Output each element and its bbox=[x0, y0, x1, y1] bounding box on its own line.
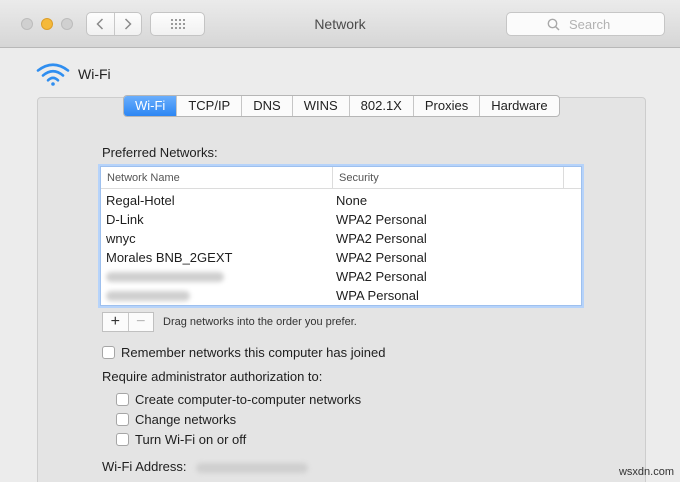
checkbox-box[interactable] bbox=[102, 346, 115, 359]
checkbox-box[interactable] bbox=[116, 393, 129, 406]
network-security: WPA2 Personal bbox=[336, 212, 427, 227]
title-bar: Network Search bbox=[0, 0, 680, 48]
network-name-redacted bbox=[101, 267, 333, 286]
preferred-networks-label: Preferred Networks: bbox=[102, 145, 218, 160]
network-name-redacted bbox=[101, 286, 333, 305]
table-row[interactable]: Regal-Hotel None bbox=[101, 191, 581, 210]
search-icon bbox=[547, 18, 560, 31]
tab-hardware[interactable]: Hardware bbox=[479, 96, 558, 116]
table-header: Network Name Security bbox=[101, 167, 581, 189]
wifi-address-redacted bbox=[196, 462, 309, 473]
computer-to-computer-checkbox[interactable]: Create computer-to-computer networks bbox=[116, 392, 361, 407]
add-remove-control: + − bbox=[102, 312, 154, 332]
network-security: WPA2 Personal bbox=[336, 231, 427, 246]
remember-networks-checkbox[interactable]: Remember networks this computer has join… bbox=[102, 345, 385, 360]
table-row[interactable]: WPA Personal bbox=[101, 286, 581, 305]
column-security[interactable]: Security bbox=[333, 167, 564, 188]
column-network-name[interactable]: Network Name bbox=[101, 167, 333, 188]
checkbox-box[interactable] bbox=[116, 413, 129, 426]
network-security: WPA Personal bbox=[336, 288, 419, 303]
search-input[interactable]: Search bbox=[506, 12, 665, 36]
network-security: WPA2 Personal bbox=[336, 250, 427, 265]
tab-bar: Wi-Fi TCP/IP DNS WINS 802.1X Proxies Har… bbox=[123, 95, 560, 117]
wifi-address-label: Wi-Fi Address: bbox=[102, 459, 187, 474]
tab-wins[interactable]: WINS bbox=[291, 96, 349, 116]
remove-network-button[interactable]: − bbox=[127, 313, 154, 331]
add-network-button[interactable]: + bbox=[103, 313, 128, 331]
network-security: None bbox=[336, 193, 368, 208]
service-header: Wi-Fi bbox=[36, 62, 111, 86]
search-placeholder: Search bbox=[569, 16, 611, 32]
network-security: WPA2 Personal bbox=[336, 269, 427, 284]
turn-wifi-checkbox[interactable]: Turn Wi-Fi on or off bbox=[116, 432, 246, 447]
require-admin-label: Require administrator authorization to: bbox=[102, 369, 323, 384]
tab-8021x[interactable]: 802.1X bbox=[348, 96, 413, 116]
network-name: Regal-Hotel bbox=[106, 193, 175, 208]
remember-networks-label: Remember networks this computer has join… bbox=[121, 345, 386, 360]
table-row[interactable]: wnyc WPA2 Personal bbox=[101, 229, 581, 248]
tab-tcpip[interactable]: TCP/IP bbox=[176, 96, 241, 116]
computer-to-computer-label: Create computer-to-computer networks bbox=[135, 392, 362, 407]
tab-wifi[interactable]: Wi-Fi bbox=[124, 96, 177, 116]
preferred-networks-table[interactable]: Network Name Security Regal-Hotel None D… bbox=[100, 166, 582, 306]
turn-wifi-label: Turn Wi-Fi on or off bbox=[135, 432, 247, 447]
drag-hint: Drag networks into the order you prefer. bbox=[163, 316, 357, 328]
change-networks-checkbox[interactable]: Change networks bbox=[116, 412, 236, 427]
change-networks-label: Change networks bbox=[135, 412, 237, 427]
table-row[interactable]: WPA2 Personal bbox=[101, 267, 581, 286]
wifi-address: Wi-Fi Address: bbox=[102, 459, 309, 474]
checkbox-box[interactable] bbox=[116, 433, 129, 446]
table-row[interactable]: Morales BNB_2GEXT WPA2 Personal bbox=[101, 248, 581, 267]
network-name: D-Link bbox=[106, 212, 144, 227]
network-name: wnyc bbox=[106, 231, 136, 246]
watermark: wsxdn.com bbox=[618, 466, 674, 478]
network-name: Morales BNB_2GEXT bbox=[106, 250, 233, 265]
service-name: Wi-Fi bbox=[78, 66, 111, 82]
wifi-icon bbox=[36, 63, 70, 86]
table-row[interactable]: D-Link WPA2 Personal bbox=[101, 210, 581, 229]
tab-proxies[interactable]: Proxies bbox=[412, 96, 479, 116]
tab-dns[interactable]: DNS bbox=[241, 96, 291, 116]
